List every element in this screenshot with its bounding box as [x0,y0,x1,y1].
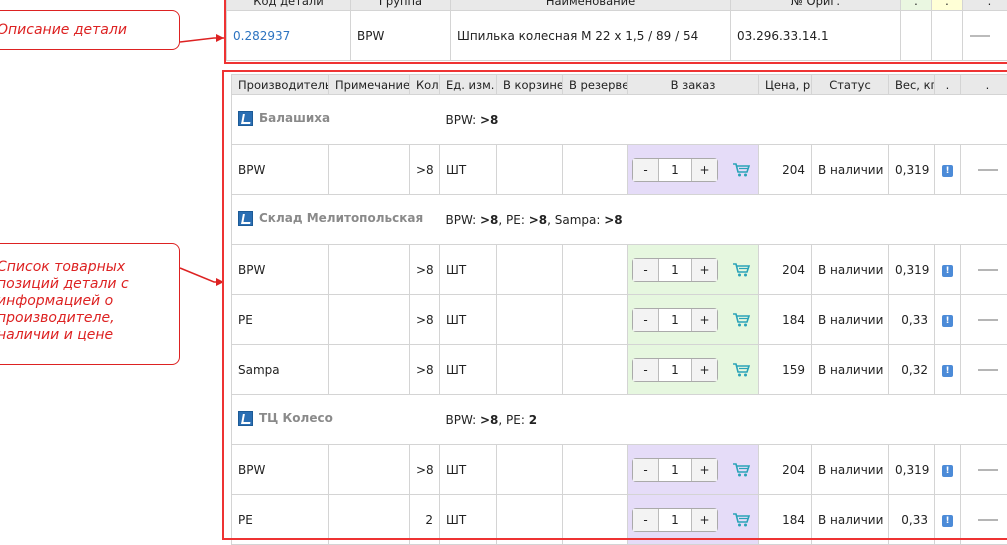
description-highlight-frame [224,0,1007,64]
callout-list-text: Список товарных позиций детали с информа… [0,259,129,343]
list-highlight-frame [222,70,1007,540]
callout-description-text: Описание детали [0,22,127,38]
callout-list: Список товарных позиций детали с информа… [0,243,180,365]
callout-description: Описание детали [0,10,180,50]
